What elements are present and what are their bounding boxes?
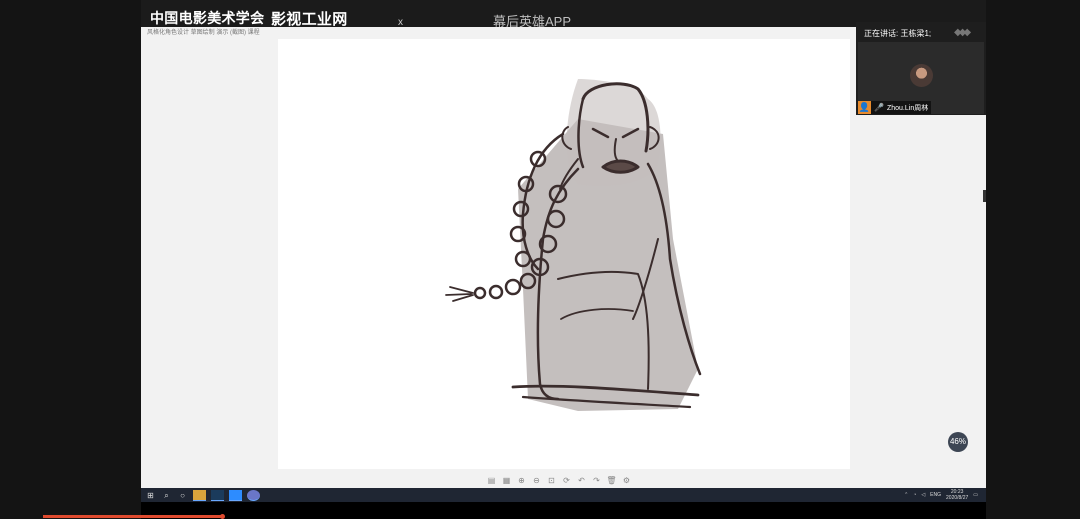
avatar — [910, 64, 933, 87]
document-icon[interactable]: ▤ — [486, 475, 497, 486]
participant-name: Zhou.Lin周林 — [886, 104, 929, 112]
microphone-icon: 🎤 — [874, 103, 884, 112]
right-letterbox — [986, 0, 1080, 519]
panel-menu-icon[interactable]: ◆◆◆ — [954, 27, 982, 39]
zoom-icon[interactable] — [229, 489, 242, 501]
document-info-line: 风格化角色设计 草图绘制 演示 (截图) 课程 — [147, 30, 260, 36]
participant-video-tile[interactable]: 👤 🎤 Zhou.Lin周林 — [858, 42, 984, 114]
search-icon[interactable]: ⌕ — [161, 490, 172, 501]
zoom-out-icon[interactable]: ⊖ — [531, 475, 542, 486]
playback-progress-bar[interactable] — [43, 515, 223, 518]
grid-icon[interactable]: ▦ — [501, 475, 512, 486]
start-icon[interactable]: ⊞ — [145, 490, 156, 501]
settings-icon[interactable]: ⚙ — [621, 475, 632, 486]
language-indicator[interactable]: ENG — [930, 492, 941, 498]
canvas-toolbar: ▤ ▦ ⊕ ⊖ ⊡ ⟳ ↶ ↷ 🗑 ⚙ — [486, 474, 632, 486]
character-sketch — [445, 79, 702, 411]
windows-taskbar: ⊞ ⌕ ○ ⌃ ◔ ◁ ENG 20:23 2020/8/27 ▭ — [141, 488, 986, 502]
file-explorer-icon[interactable] — [193, 489, 206, 501]
clock-date: 2020/8/27 — [946, 495, 969, 501]
tray-chevron-icon[interactable]: ⌃ — [904, 492, 908, 498]
undo-icon[interactable]: ↶ — [576, 475, 587, 486]
volume-icon[interactable]: ◁ — [921, 492, 925, 498]
brand-logo-text: 影视工业网 — [271, 11, 348, 28]
notification-icon[interactable]: ▭ — [973, 492, 978, 498]
user-icon: 👤 — [858, 101, 871, 114]
network-icon[interactable]: ◔ — [913, 492, 916, 498]
clock[interactable]: 20:23 2020/8/27 — [946, 489, 968, 501]
playback-scrubber[interactable] — [220, 514, 225, 519]
zoom-in-icon[interactable]: ⊕ — [516, 475, 527, 486]
fit-icon[interactable]: ⊡ — [546, 475, 557, 486]
video-conference-panel: 正在讲话: 王栋梁1; ◆◆◆ 👤 🎤 Zhou.Lin周林 — [856, 22, 986, 115]
photoshop-icon[interactable] — [211, 489, 224, 501]
left-letterbox — [0, 0, 141, 519]
drawing-canvas[interactable] — [278, 39, 850, 469]
scroll-handle[interactable] — [983, 190, 986, 202]
zoom-level-badge[interactable]: 46% — [948, 432, 968, 452]
task-view-icon[interactable]: ○ — [177, 490, 188, 501]
active-speaker-label: 正在讲话: 王栋梁1; — [864, 29, 932, 38]
org-logo-text: 中国电影美术学会 — [150, 10, 265, 26]
meeting-icon[interactable] — [247, 489, 260, 501]
delete-icon[interactable]: 🗑 — [606, 475, 617, 486]
participant-name-tag: 👤 🎤 Zhou.Lin周林 — [858, 101, 932, 114]
screen: 中国电影美术学会 x 影视工业网 幕后英雄APP 风格化角色设计 草图绘制 演示… — [0, 0, 1080, 519]
rotate-icon[interactable]: ⟳ — [561, 475, 572, 486]
redo-icon[interactable]: ↷ — [591, 475, 602, 486]
